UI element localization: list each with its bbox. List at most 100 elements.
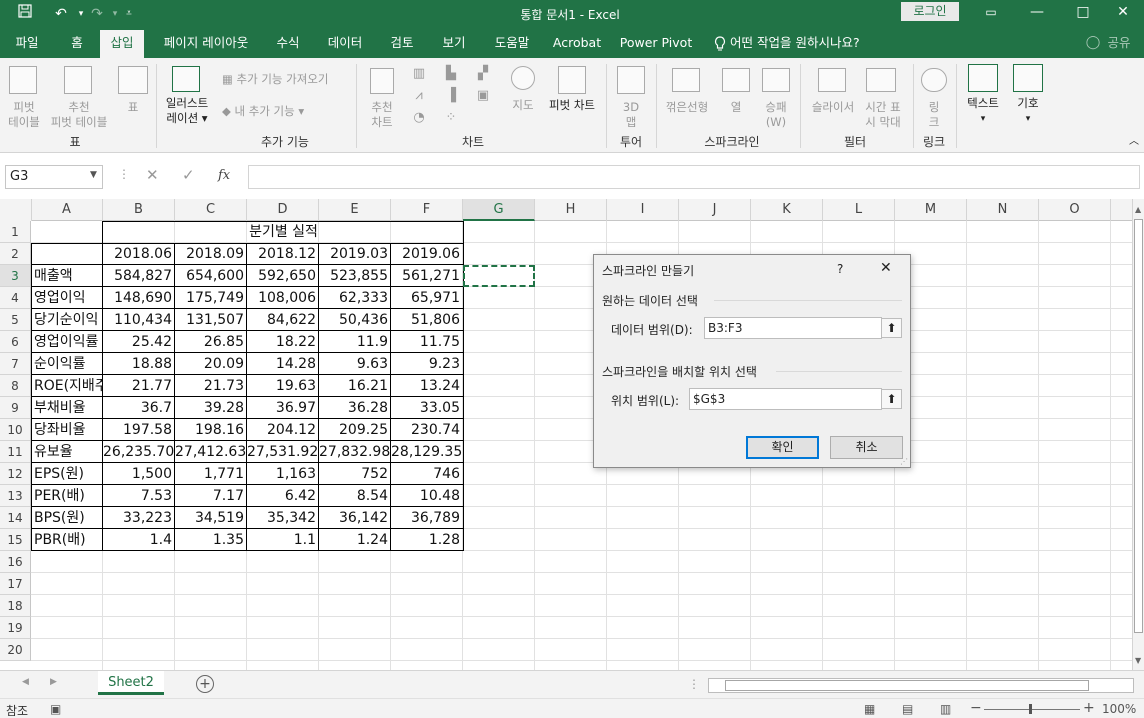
ok-button[interactable]: 확인 [746, 436, 819, 459]
customize-qat-icon[interactable]: ⩡ [118, 4, 140, 24]
data-cell[interactable]: 561,271 [391, 265, 463, 287]
zoom-in-button[interactable]: + [1083, 700, 1095, 716]
tab-insert[interactable]: 삽입 [100, 30, 144, 58]
name-box[interactable]: G3 [5, 165, 103, 189]
data-cell[interactable]: 8.54 [319, 485, 391, 507]
tell-me-search[interactable]: 어떤 작업을 원하시나요? [730, 30, 874, 58]
data-cell[interactable]: 34,519 [175, 507, 247, 529]
column-header-b[interactable]: B [103, 199, 175, 221]
pie-chart-icon[interactable]: ◔ [406, 110, 432, 125]
login-button[interactable]: 로그인 [901, 2, 959, 21]
column-header-l[interactable]: L [823, 199, 895, 221]
row-label-cell[interactable]: 당좌비율 [31, 419, 103, 441]
data-cell[interactable]: 523,855 [319, 265, 391, 287]
data-cell[interactable]: 148,690 [103, 287, 175, 309]
row-header-19[interactable]: 19 [0, 617, 31, 639]
next-sheet-icon[interactable]: ▶ [50, 677, 57, 687]
data-cell[interactable]: 11.75 [391, 331, 463, 353]
zoom-slider[interactable] [984, 709, 1080, 710]
data-cell[interactable]: 13.24 [391, 375, 463, 397]
column-header-k[interactable]: K [751, 199, 823, 221]
tab-data[interactable]: 데이터 [320, 30, 370, 58]
winloss-sparkline-button[interactable]: 승패 (W) [758, 100, 794, 130]
waterfall-chart-icon[interactable]: ▞ [470, 66, 496, 81]
data-cell[interactable]: 752 [319, 463, 391, 485]
data-cell[interactable]: 26.85 [175, 331, 247, 353]
row-label-cell[interactable]: 당기순이익 [31, 309, 103, 331]
data-range-input[interactable]: B3:F3 [704, 317, 882, 339]
data-cell[interactable]: 9.63 [319, 353, 391, 375]
tab-acrobat[interactable]: Acrobat [548, 30, 606, 58]
worksheet-grid[interactable]: ABCDEFGHIJKLMNO 1 2 3 4 5 6 7 8 9 10 11 12 13 14 15 16 1… [0, 199, 1144, 670]
data-cell[interactable]: 20.09 [175, 353, 247, 375]
formula-input[interactable] [248, 165, 1140, 189]
column-header-e[interactable]: E [319, 199, 391, 221]
row-label-cell[interactable]: 영업이익 [31, 287, 103, 309]
column-header-c[interactable]: C [175, 199, 247, 221]
row-header-4[interactable]: 4 [0, 287, 31, 309]
share-button[interactable]: 공유 [1102, 30, 1136, 58]
data-cell[interactable]: 1.35 [175, 529, 247, 551]
location-range-input[interactable]: $G$3 [689, 388, 882, 410]
column-header-g[interactable]: G [463, 199, 535, 221]
combo-chart-icon[interactable]: ▣ [470, 88, 496, 103]
tab-page-layout[interactable]: 페이지 레이아웃 [156, 30, 256, 58]
row-header-18[interactable]: 18 [0, 595, 31, 617]
insert-function-icon[interactable]: fx [218, 168, 238, 183]
enter-formula-icon[interactable]: ✓ [182, 166, 200, 184]
horizontal-scrollbar[interactable] [708, 678, 1134, 693]
data-cell[interactable]: 592,650 [247, 265, 319, 287]
row-label-cell[interactable]: 순이익률 [31, 353, 103, 375]
column-chart-icon[interactable]: ▥ [406, 66, 432, 81]
data-cell[interactable]: 27,412.63 [175, 441, 247, 463]
data-cell[interactable]: 39.28 [175, 397, 247, 419]
data-cell[interactable]: 209.25 [319, 419, 391, 441]
3d-map-button[interactable]: 3D 맵 [612, 100, 650, 130]
data-cell[interactable]: 84,622 [247, 309, 319, 331]
help-icon[interactable]: ? [837, 262, 843, 276]
row-header-9[interactable]: 9 [0, 397, 31, 419]
data-cell[interactable]: 110,434 [103, 309, 175, 331]
tab-power-pivot[interactable]: Power Pivot [616, 30, 696, 58]
sheet-title-cell[interactable]: 분기별 실적 [103, 221, 464, 243]
row-label-cell[interactable]: PER(배) [31, 485, 103, 507]
column-header-i[interactable]: I [607, 199, 679, 221]
data-cell[interactable]: 746 [391, 463, 463, 485]
line-chart-icon[interactable]: ⩘ [406, 88, 432, 103]
cancel-button[interactable]: 취소 [830, 436, 903, 459]
macro-record-icon[interactable]: ▣ [50, 702, 61, 716]
sheet-tab-sheet2[interactable]: Sheet2 [98, 671, 164, 695]
data-cell[interactable]: 21.73 [175, 375, 247, 397]
zoom-level[interactable]: 100% [1102, 702, 1136, 716]
close-icon[interactable]: ✕ [880, 260, 892, 276]
data-cell[interactable]: 36,142 [319, 507, 391, 529]
data-cell[interactable]: 1.4 [103, 529, 175, 551]
name-box-dropdown-icon[interactable]: ▼ [90, 170, 97, 180]
row-header-20[interactable]: 20 [0, 639, 31, 661]
column-header-d[interactable]: D [247, 199, 319, 221]
row-header-2[interactable]: 2 [0, 243, 31, 265]
line-sparkline-button[interactable]: 꺾은선형 [660, 100, 714, 115]
row-header-12[interactable]: 12 [0, 463, 31, 485]
data-cell[interactable]: 36,789 [391, 507, 463, 529]
data-cell[interactable]: 1.28 [391, 529, 463, 551]
column-header-a[interactable]: A [31, 199, 103, 221]
period-header-cell[interactable]: 2018.12 [247, 243, 319, 265]
column-header-j[interactable]: J [679, 199, 751, 221]
data-cell[interactable]: 7.53 [103, 485, 175, 507]
statistic-chart-icon[interactable]: ▐ [438, 88, 464, 103]
timeline-button[interactable]: 시간 표 시 막대 [858, 100, 908, 130]
save-icon[interactable] [14, 4, 36, 24]
scatter-chart-icon[interactable]: ⁘ [438, 110, 464, 125]
data-cell[interactable]: 27,832.98 [319, 441, 391, 463]
slicer-button[interactable]: 슬라이서 [806, 100, 860, 115]
data-cell[interactable]: 1,771 [175, 463, 247, 485]
pivot-chart-button[interactable]: 피벗 차트 [542, 98, 602, 113]
column-header-f[interactable]: F [391, 199, 463, 221]
data-cell[interactable]: 62,333 [319, 287, 391, 309]
data-cell[interactable]: 1,163 [247, 463, 319, 485]
column-header-h[interactable]: H [535, 199, 607, 221]
data-cell[interactable]: 18.22 [247, 331, 319, 353]
text-dropdown-icon[interactable]: ▾ [960, 112, 1006, 127]
maps-button[interactable]: 지도 [504, 98, 542, 113]
